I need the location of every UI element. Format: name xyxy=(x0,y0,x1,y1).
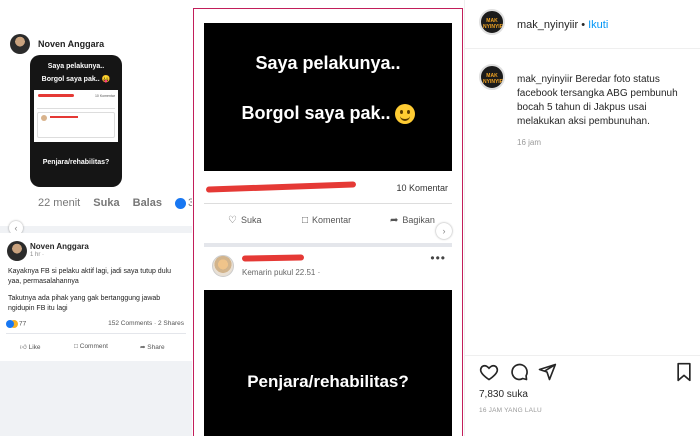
comments-shares[interactable]: 152 Comments · 2 Shares xyxy=(108,320,184,327)
status-line2: Borgol saya pak.. xyxy=(241,103,391,123)
bubble-komentar: 10 Komentar xyxy=(94,94,115,98)
bubble-line1: Saya pelakunya.. xyxy=(47,63,105,70)
reaction-icons xyxy=(6,320,14,328)
suka-button[interactable]: ♡ Suka xyxy=(228,215,261,226)
instagram-sidebar: MAK NYINYIR mak_nyinyiir • Ikuti MAK NYI… xyxy=(464,0,700,436)
reaction-count: 77 xyxy=(19,320,27,328)
separator-dot: • xyxy=(581,19,586,31)
fb-post-card: Noven Anggara Saya pelakunya.. Borgol sa… xyxy=(0,0,192,226)
divider xyxy=(204,243,452,247)
black-status-block: Saya pelakunya.. Borgol saya pak.. xyxy=(204,23,452,171)
like-button[interactable]: 👍︎ Like xyxy=(20,343,41,351)
black-status-block-2: Penjara/rehabilitas? xyxy=(204,290,452,436)
redaction-mark xyxy=(205,181,357,193)
share-icon: ➦ xyxy=(140,344,146,351)
reaction-summary[interactable]: 77 152 Comments · 2 Shares xyxy=(6,320,186,328)
comment-button[interactable]: □ Comment xyxy=(74,343,108,350)
caption-username[interactable]: mak_nyinyiir xyxy=(517,74,573,85)
more-options-icon[interactable]: ••• xyxy=(430,251,446,265)
post-date: 16 JAM YANG LALU xyxy=(479,407,542,414)
reply-link[interactable]: Balas xyxy=(133,197,162,209)
bubble-line2: Borgol saya pak.. 😛 xyxy=(41,76,111,83)
thumbs-up-icon: ♡ xyxy=(228,215,237,226)
comment-icon: □ xyxy=(74,343,78,350)
divider xyxy=(465,48,700,49)
redaction-mark xyxy=(241,254,305,262)
post-text-1: Kayaknya FB si pelaku aktif lagi, jadi s… xyxy=(8,268,172,285)
author-name[interactable]: Noven Anggara xyxy=(38,39,104,49)
comment-meta-row: 22 menit Suka Balas 3 xyxy=(38,197,192,209)
author-avatar[interactable] xyxy=(7,241,27,261)
komentar-button[interactable]: □ Komentar xyxy=(302,215,351,226)
avatar xyxy=(41,115,47,121)
caption: mak_nyinyiir Beredar foto status faceboo… xyxy=(517,73,693,129)
left-facebook-panel: Noven Anggara Saya pelakunya.. Borgol sa… xyxy=(0,0,192,436)
poster-avatar[interactable] xyxy=(212,255,234,277)
bubble-preview: 10 Komentar xyxy=(34,90,118,142)
author-avatar[interactable] xyxy=(10,34,30,54)
caption-avatar[interactable]: MAK NYINYIR xyxy=(479,64,505,90)
reaction-count: 3 xyxy=(175,197,192,209)
author-name[interactable]: Noven Anggara xyxy=(30,242,89,251)
status-line1: Saya pelakunya.. xyxy=(255,53,401,73)
header-row: mak_nyinyiir • Ikuti xyxy=(517,19,608,31)
divider xyxy=(204,203,452,204)
post-time: Kemarin pukul 22.51 · xyxy=(242,268,321,277)
comment-icon: □ xyxy=(302,215,309,226)
heart-icon[interactable] xyxy=(479,362,499,382)
action-bar xyxy=(479,362,693,384)
status-bottom-text: Penjara/rehabilitas? xyxy=(247,372,409,391)
share-icon[interactable] xyxy=(537,362,557,382)
like-icon xyxy=(175,197,187,209)
komentar-count[interactable]: 10 Komentar xyxy=(396,183,448,193)
fb-post-card-2: Noven Anggara 1 hr · Kayaknya FB si pela… xyxy=(0,233,192,361)
divider xyxy=(6,333,186,334)
divider xyxy=(465,355,700,356)
username-link[interactable]: mak_nyinyiir xyxy=(517,19,578,31)
redaction-mark xyxy=(50,116,78,118)
comment-icon[interactable] xyxy=(509,362,529,382)
avatar-logo-text: MAK NYINYIR xyxy=(483,18,504,30)
profile-avatar[interactable]: MAK NYINYIR xyxy=(479,9,505,35)
likes-count[interactable]: 7,830 suka xyxy=(479,389,528,400)
status-line2-row: Borgol saya pak.. xyxy=(204,103,452,125)
comment-image-bubble[interactable]: Saya pelakunya.. Borgol saya pak.. 😛 10 … xyxy=(30,55,122,187)
avatar-logo-text: MAK NYINYIR xyxy=(483,73,504,85)
follow-button[interactable]: Ikuti xyxy=(588,19,608,31)
bagikan-button[interactable]: ➦ Bagikan xyxy=(390,215,435,226)
smile-emoji-icon xyxy=(394,104,415,125)
post-text-2: Takutnya ada pihak yang gak bertanggung … xyxy=(8,295,161,312)
carousel-next-button[interactable]: › xyxy=(436,223,452,239)
share-icon: ➦ xyxy=(390,215,399,226)
bubble-inner-post xyxy=(37,112,115,138)
caption-age: 16 jam xyxy=(517,138,542,147)
share-button[interactable]: ➦ Share xyxy=(140,343,165,351)
divider xyxy=(37,108,115,109)
like-link[interactable]: Suka xyxy=(93,197,119,209)
thumbs-up-icon: 👍︎ xyxy=(20,344,27,351)
bookmark-icon[interactable] xyxy=(675,362,693,382)
comment-time: 22 menit xyxy=(38,197,81,209)
redaction-mark xyxy=(38,94,74,97)
media-image[interactable]: Saya pelakunya.. Borgol saya pak.. 10 Ko… xyxy=(193,8,463,436)
post-time: 1 hr · xyxy=(30,252,45,258)
bubble-footer: Penjara/rehabilitas? xyxy=(42,159,110,166)
